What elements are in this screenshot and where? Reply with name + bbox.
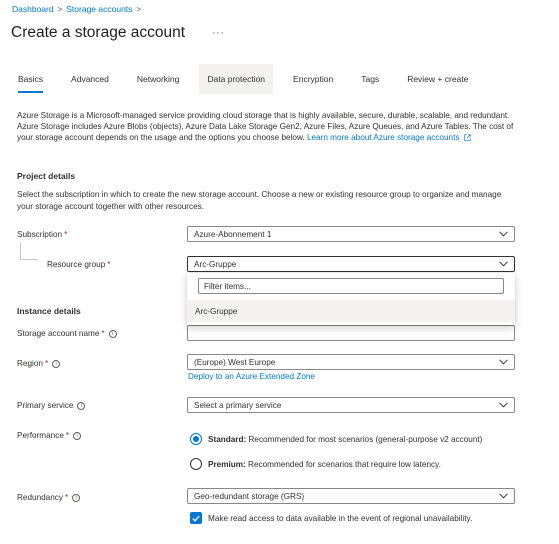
project-details-heading: Project details (17, 171, 76, 181)
storage-account-name-input[interactable] (187, 325, 515, 341)
premium-bold: Premium: (208, 459, 246, 469)
read-access-text: Make read access to data available in th… (208, 513, 473, 523)
info-icon[interactable]: i (52, 359, 61, 368)
standard-description: Recommended for most scenarios (general-… (248, 434, 483, 444)
required-marker: * (44, 359, 49, 368)
standard-bold: Standard: (208, 434, 247, 444)
standard-text: Standard: Recommended for most scenarios… (208, 435, 482, 444)
performance-label: Performance * i (17, 431, 82, 440)
required-marker: * (64, 493, 69, 502)
intro-text: Azure Storage is a Microsoft-managed ser… (17, 110, 522, 143)
read-access-checkbox[interactable] (190, 512, 202, 524)
resource-group-popup: Filter items... Arc-Gruppe (187, 273, 515, 325)
redundancy-label: Redundancy * i (17, 493, 81, 502)
resource-group-option[interactable]: Arc-Gruppe (187, 300, 515, 322)
breadcrumb: Dashboard > Storage accounts > (12, 4, 141, 14)
resource-group-dropdown[interactable]: Arc-Gruppe (187, 256, 515, 272)
tab-tags[interactable]: Tags (353, 64, 387, 94)
storage-account-name-label-text: Storage account name (17, 329, 100, 338)
tab-advanced[interactable]: Advanced (63, 64, 117, 94)
chevron-down-icon (498, 357, 508, 367)
radio-premium[interactable] (190, 458, 202, 470)
redundancy-dropdown[interactable]: Geo-redundant storage (GRS) (187, 488, 515, 504)
info-icon[interactable]: i (73, 431, 82, 440)
tree-connector (20, 243, 38, 260)
tab-data-protection[interactable]: Data protection (199, 64, 274, 94)
primary-service-label: Primary service i (17, 401, 86, 410)
region-label-text: Region (17, 359, 43, 368)
primary-service-label-text: Primary service (17, 401, 74, 410)
learn-more-link-text: Learn more about Azure storage accounts (306, 133, 460, 142)
storage-account-name-label: Storage account name * i (17, 329, 117, 338)
subscription-label-text: Subscription (17, 230, 63, 239)
breadcrumb-separator: > (136, 4, 142, 14)
tab-basics[interactable]: Basics (10, 64, 51, 94)
chevron-down-icon (498, 229, 508, 239)
resource-group-label-text: Resource group (47, 260, 106, 269)
chevron-down-icon (498, 491, 508, 501)
redundancy-label-text: Redundancy (17, 493, 63, 502)
checkmark-icon (192, 515, 200, 522)
performance-standard-option[interactable]: Standard: Recommended for most scenarios… (190, 433, 482, 445)
extended-zone-link[interactable]: Deploy to an Azure Extended Zone (188, 372, 315, 381)
learn-more-link[interactable]: Learn more about Azure storage accounts (307, 133, 471, 142)
required-marker: * (107, 260, 111, 269)
more-options-button[interactable]: ··· (212, 27, 225, 39)
subscription-value: Azure-Abonnement 1 (194, 229, 272, 239)
read-access-option[interactable]: Make read access to data available in th… (190, 512, 472, 524)
tab-encryption[interactable]: Encryption (285, 64, 341, 94)
page-title: Create a storage account (11, 24, 186, 41)
region-dropdown[interactable]: (Europe) West Europe (187, 354, 515, 370)
instance-details-heading: Instance details (17, 306, 81, 316)
external-link-icon (464, 134, 471, 141)
breadcrumb-separator: > (57, 4, 63, 14)
chevron-down-icon (498, 400, 508, 410)
required-marker: * (64, 230, 68, 239)
breadcrumb-dashboard-link[interactable]: Dashboard (12, 4, 54, 14)
tab-review-create[interactable]: Review + create (399, 64, 476, 94)
project-details-description: Select the subscription in which to crea… (17, 190, 502, 211)
region-value: (Europe) West Europe (194, 357, 276, 367)
tab-networking[interactable]: Networking (129, 64, 188, 94)
info-icon[interactable]: i (77, 401, 86, 410)
chevron-down-icon (498, 259, 508, 269)
performance-label-text: Performance (17, 431, 64, 440)
primary-service-dropdown[interactable]: Select a primary service (187, 397, 515, 413)
subscription-dropdown[interactable]: Azure-Abonnement 1 (187, 226, 515, 242)
resource-group-label: Resource group * (47, 260, 110, 269)
tab-bar: Basics Advanced Networking Data protecti… (10, 64, 488, 94)
region-label: Region * i (17, 359, 61, 368)
filter-items-input[interactable]: Filter items... (198, 278, 504, 294)
premium-text: Premium: Recommended for scenarios that … (208, 460, 441, 469)
resource-group-value: Arc-Gruppe (194, 259, 237, 269)
performance-premium-option[interactable]: Premium: Recommended for scenarios that … (190, 458, 441, 470)
breadcrumb-storage-accounts-link[interactable]: Storage accounts (66, 4, 132, 14)
info-icon[interactable]: i (108, 329, 117, 338)
info-icon[interactable]: i (72, 493, 81, 502)
redundancy-value: Geo-redundant storage (GRS) (194, 491, 305, 501)
premium-description: Recommended for scenarios that require l… (248, 459, 441, 469)
required-marker: * (65, 431, 70, 440)
radio-standard[interactable] (190, 433, 202, 445)
required-marker: * (101, 329, 105, 338)
primary-service-value: Select a primary service (194, 400, 282, 410)
subscription-label: Subscription * (17, 230, 67, 239)
